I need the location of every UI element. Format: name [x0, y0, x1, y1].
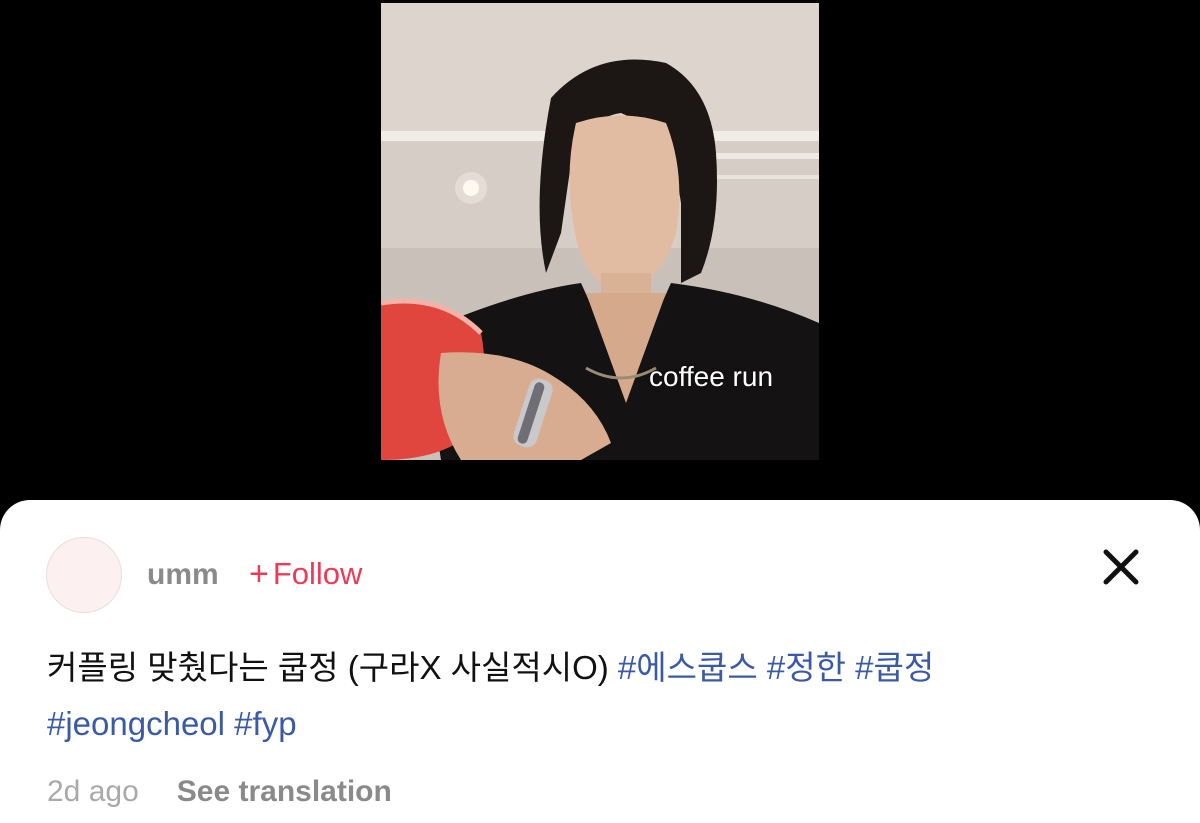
hashtag-link[interactable]: #jeongcheol	[47, 705, 225, 742]
post-timestamp: 2d ago	[47, 775, 139, 808]
plus-icon: +	[249, 555, 269, 593]
post-meta: 2d ago See translation	[47, 775, 392, 809]
username[interactable]: umm	[147, 558, 219, 592]
video-caption-overlay: coffee run	[649, 361, 774, 392]
post-description: 커플링 맞췄다는 쿱정 (구라X 사실적시O) #에스쿱스 #정한 #쿱정 #j…	[47, 640, 1167, 752]
hashtag-link[interactable]: #쿱정	[855, 649, 934, 686]
video-page: coffee run umm + Follow 커플링 맞췄다는 쿱정 (구라X…	[0, 0, 1200, 823]
video-player[interactable]: coffee run	[381, 3, 819, 460]
post-info-sheet: umm + Follow 커플링 맞췄다는 쿱정 (구라X 사실적시O) #에스…	[0, 500, 1200, 823]
see-translation-link[interactable]: See translation	[177, 775, 392, 809]
avatar[interactable]	[46, 537, 122, 613]
description-text: 커플링 맞췄다는 쿱정 (구라X 사실적시O)	[47, 649, 609, 686]
hashtag-link[interactable]: #fyp	[234, 705, 296, 742]
follow-button[interactable]: + Follow	[249, 556, 362, 592]
close-button[interactable]	[1100, 546, 1142, 588]
follow-label: Follow	[272, 556, 363, 591]
close-icon	[1103, 549, 1139, 585]
hashtag-link[interactable]: #에스쿱스	[618, 649, 758, 686]
hashtag-link[interactable]: #정한	[767, 649, 846, 686]
